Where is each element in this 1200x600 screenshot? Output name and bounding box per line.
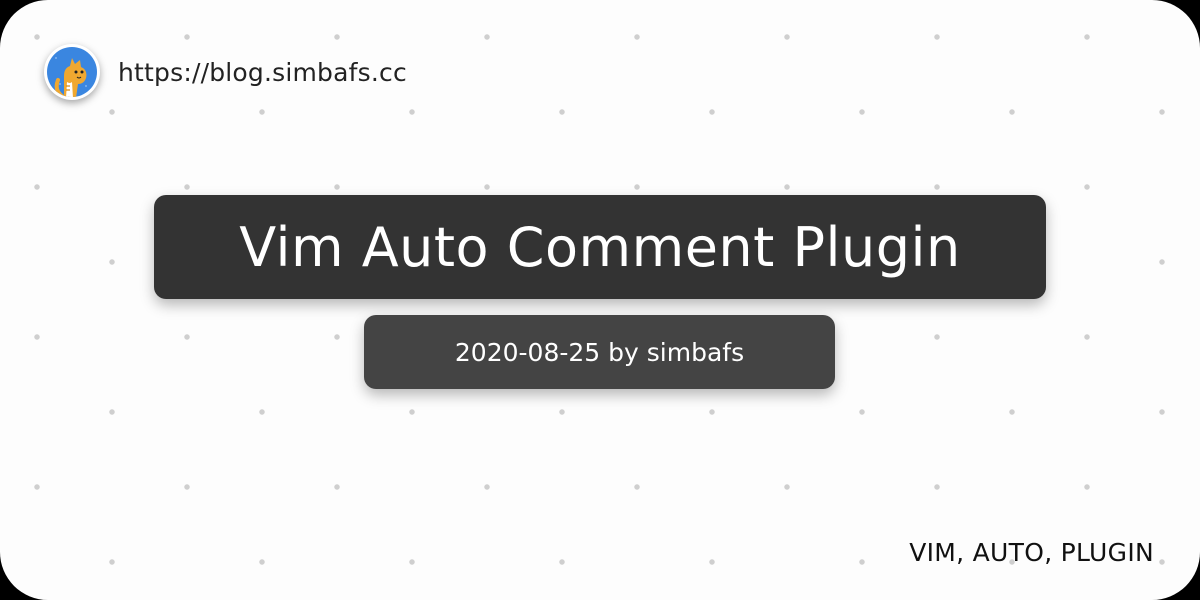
- title-box: Vim Auto Comment Plugin: [154, 195, 1046, 299]
- post-tags: VIM, AUTO, PLUGIN: [909, 538, 1154, 567]
- meta-box: 2020-08-25 by simbafs: [364, 315, 835, 389]
- site-header: https://blog.simbafs.cc: [44, 44, 407, 100]
- cat-avatar-icon: [47, 47, 97, 97]
- post-title: Vim Auto Comment Plugin: [239, 215, 961, 279]
- avatar: [44, 44, 100, 100]
- post-meta: 2020-08-25 by simbafs: [454, 337, 745, 367]
- preview-card: https://blog.simbafs.cc Vim Auto Comment…: [0, 0, 1200, 600]
- site-url: https://blog.simbafs.cc: [118, 57, 407, 87]
